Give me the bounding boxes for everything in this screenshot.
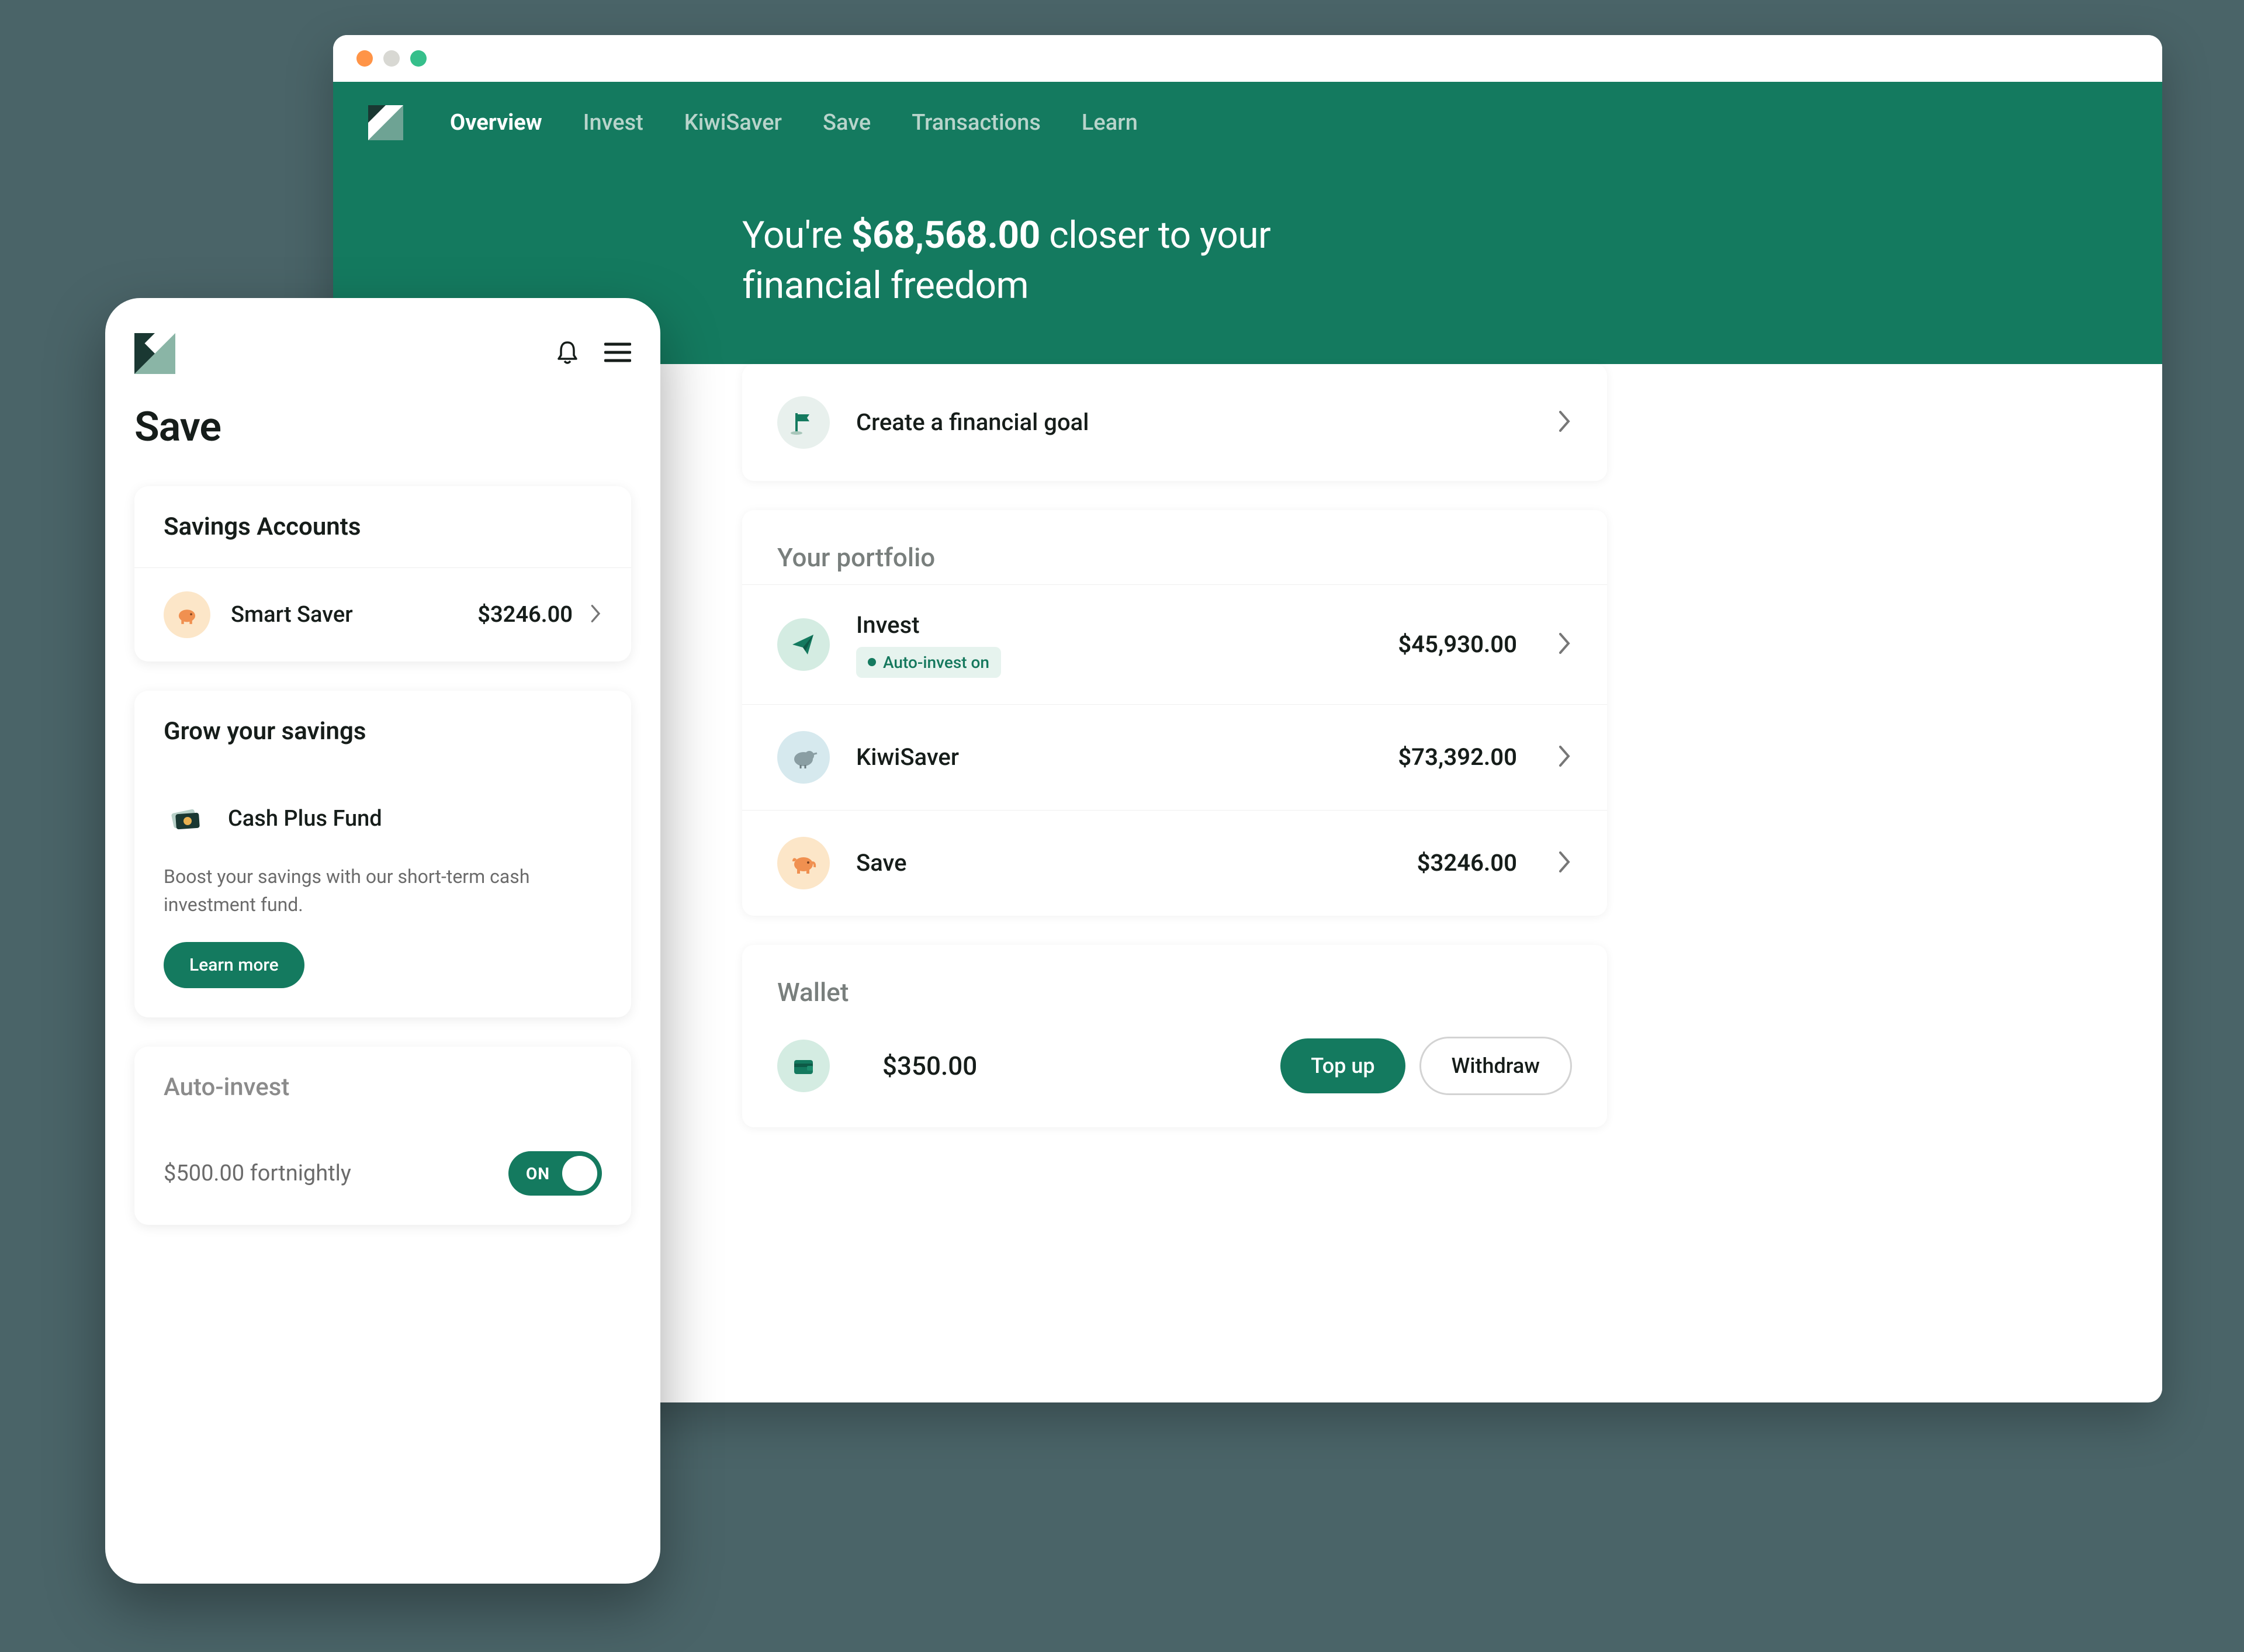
brand-logo[interactable] xyxy=(368,105,403,140)
auto-invest-card: Auto-invest $500.00 fortnightly ON xyxy=(134,1047,631,1225)
hamburger-menu-icon[interactable] xyxy=(604,342,631,365)
hero-amount: $68,568.00 xyxy=(851,213,1040,257)
wallet-icon xyxy=(777,1040,830,1092)
page-title: Save xyxy=(134,403,631,451)
fund-description: Boost your savings with our short-term c… xyxy=(164,863,602,919)
traffic-light-maximize[interactable] xyxy=(410,50,427,67)
piggy-bank-icon xyxy=(777,837,830,889)
hero-headline: You're $68,568.00 closer to your financi… xyxy=(368,210,1362,311)
top-nav: Overview Invest KiwiSaver Save Transacti… xyxy=(368,105,2127,140)
chevron-right-icon xyxy=(1558,744,1572,770)
toggle-label: ON xyxy=(526,1164,550,1183)
mobile-header xyxy=(134,333,631,374)
wallet-amount: $350.00 xyxy=(882,1051,1280,1081)
badge-text: Auto-invest on xyxy=(883,653,989,672)
chevron-right-icon xyxy=(1558,850,1572,876)
portfolio-title: Your portfolio xyxy=(742,510,1607,584)
auto-invest-header: Auto-invest xyxy=(134,1047,631,1128)
notification-bell-icon[interactable] xyxy=(554,339,581,368)
wallet-title: Wallet xyxy=(742,945,1607,1019)
status-dot-icon xyxy=(868,658,876,666)
mobile-app-window: Save Savings Accounts Smart Saver $3246.… xyxy=(105,298,660,1584)
chevron-right-icon xyxy=(1558,410,1572,435)
nav-save[interactable]: Save xyxy=(823,110,871,136)
row-amount: $73,392.00 xyxy=(1398,743,1517,771)
kiwi-bird-icon xyxy=(777,731,830,784)
portfolio-row-invest[interactable]: Invest Auto-invest on $45,930.00 xyxy=(742,584,1607,704)
nav-learn[interactable]: Learn xyxy=(1082,110,1138,136)
nav-overview[interactable]: Overview xyxy=(450,110,542,136)
auto-invest-toggle[interactable]: ON xyxy=(508,1151,602,1196)
portfolio-card: Your portfolio Invest Auto-invest on $45… xyxy=(742,510,1607,916)
row-label: Invest xyxy=(856,611,1398,639)
withdraw-button[interactable]: Withdraw xyxy=(1419,1037,1572,1095)
portfolio-row-kiwisaver[interactable]: KiwiSaver $73,392.00 xyxy=(742,704,1607,810)
learn-more-button[interactable]: Learn more xyxy=(164,942,304,988)
grow-savings-card: Grow your savings Cash Plus Fund Boost y… xyxy=(134,691,631,1017)
toggle-thumb xyxy=(562,1156,597,1191)
row-amount: $45,930.00 xyxy=(1398,631,1517,658)
savings-row-smart-saver[interactable]: Smart Saver $3246.00 xyxy=(134,568,631,662)
create-goal-card[interactable]: Create a financial goal xyxy=(742,364,1607,481)
savings-accounts-card: Savings Accounts Smart Saver $3246.00 xyxy=(134,486,631,662)
fund-name: Cash Plus Fund xyxy=(228,806,382,832)
grow-header: Grow your savings xyxy=(134,691,631,772)
row-label: Save xyxy=(856,849,1417,877)
chevron-right-icon xyxy=(1558,632,1572,657)
paper-plane-icon xyxy=(777,618,830,671)
topup-button[interactable]: Top up xyxy=(1280,1038,1405,1093)
auto-invest-badge: Auto-invest on xyxy=(856,647,1001,678)
brand-logo[interactable] xyxy=(134,333,175,374)
nav-kiwisaver[interactable]: KiwiSaver xyxy=(684,110,782,136)
auto-invest-schedule: $500.00 fortnightly xyxy=(164,1161,351,1186)
nav-items: Overview Invest KiwiSaver Save Transacti… xyxy=(450,110,1138,136)
wallet-card: Wallet $350.00 Top up Withdraw xyxy=(742,945,1607,1127)
window-chrome xyxy=(333,35,2162,82)
portfolio-row-save[interactable]: Save $3246.00 xyxy=(742,810,1607,916)
savings-header: Savings Accounts xyxy=(134,486,631,568)
row-label: Smart Saver xyxy=(231,602,477,628)
nav-invest[interactable]: Invest xyxy=(583,110,643,136)
flag-icon xyxy=(777,396,830,449)
nav-transactions[interactable]: Transactions xyxy=(912,110,1041,136)
row-amount: $3246.00 xyxy=(1417,849,1517,877)
goal-label: Create a financial goal xyxy=(856,408,1089,436)
cash-fund-icon xyxy=(164,795,210,842)
hero-prefix: You're xyxy=(742,213,851,257)
row-amount: $3246.00 xyxy=(477,602,573,628)
piggy-bank-icon xyxy=(164,591,210,638)
traffic-light-close[interactable] xyxy=(356,50,373,67)
row-label: KiwiSaver xyxy=(856,743,1398,771)
chevron-right-icon xyxy=(590,604,602,626)
traffic-light-minimize[interactable] xyxy=(383,50,400,67)
